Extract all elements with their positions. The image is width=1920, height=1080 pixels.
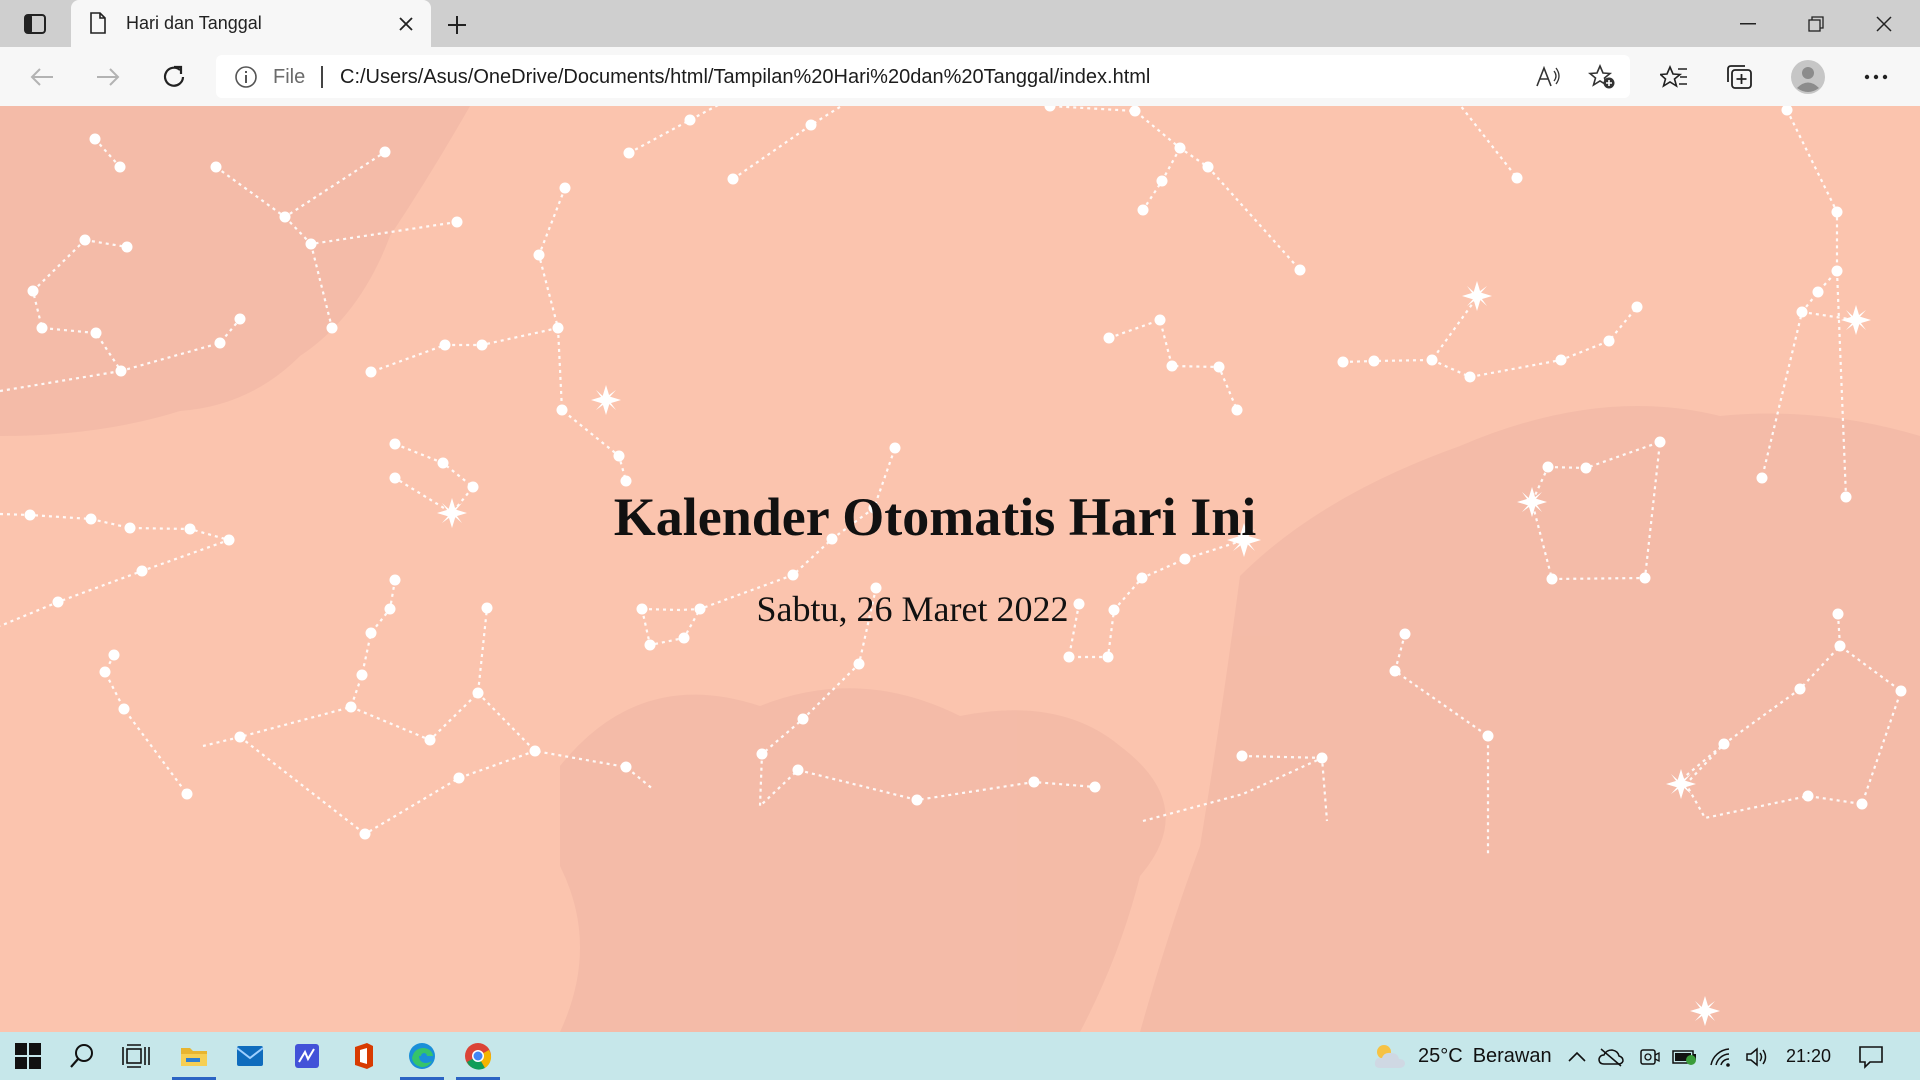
watercolor-clouds <box>0 106 1920 1032</box>
tray-overflow-button[interactable] <box>1564 1044 1590 1070</box>
tab-actions-button[interactable] <box>18 11 52 37</box>
folder-icon <box>181 1048 207 1066</box>
mail-button[interactable] <box>222 1032 278 1080</box>
window-close-button[interactable] <box>1850 0 1918 47</box>
camera-icon <box>1640 1049 1660 1065</box>
browser-toolbar: File C:/Users/Asus/OneDrive/Documents/ht… <box>0 47 1920 107</box>
address-separator <box>321 66 323 88</box>
windows-taskbar: 25°C Berawan 21:20 <box>0 1032 1920 1080</box>
browser-tab-bar: Hari dan Tanggal <box>0 0 1920 47</box>
forward-arrow-icon <box>97 68 120 86</box>
edge-icon <box>409 1043 435 1069</box>
restore-button[interactable] <box>1782 0 1850 47</box>
notification-center-button[interactable] <box>1856 1042 1886 1072</box>
favorites-icon <box>1660 65 1687 88</box>
add-favorite-icon <box>1588 64 1615 89</box>
restore-icon <box>1808 15 1824 32</box>
notification-icon <box>1859 1046 1883 1069</box>
sparkle-star <box>1462 281 1492 311</box>
plus-icon <box>448 16 466 34</box>
back-button[interactable] <box>25 60 59 94</box>
chrome-icon <box>465 1043 492 1070</box>
info-icon[interactable] <box>234 65 258 89</box>
office-icon <box>355 1043 373 1069</box>
meet-now-tray[interactable] <box>1636 1044 1662 1070</box>
tab-close-button[interactable] <box>393 11 419 37</box>
tab-title: Hari dan Tanggal <box>126 13 262 33</box>
minimize-button[interactable] <box>1714 0 1782 47</box>
refresh-icon <box>163 65 185 87</box>
mail-icon <box>236 1046 264 1066</box>
current-date: Sabtu, 26 Maret 2022 <box>756 589 1069 629</box>
whiteboard-button[interactable] <box>279 1032 335 1080</box>
chrome-button[interactable] <box>450 1032 506 1080</box>
onedrive-tray[interactable] <box>1598 1044 1624 1070</box>
page-title: Kalender Otomatis Hari Ini <box>613 487 1257 547</box>
read-aloud-icon <box>1536 66 1560 87</box>
windows-logo-icon <box>15 1043 41 1069</box>
close-icon <box>1876 15 1892 32</box>
file-icon <box>90 12 106 34</box>
page-content: Kalender Otomatis Hari Ini Sabtu, 26 Mar… <box>0 106 1920 1032</box>
constellation-background <box>0 106 1920 1032</box>
volume-tray[interactable] <box>1744 1044 1770 1070</box>
forward-button[interactable] <box>91 60 125 94</box>
whiteboard-icon <box>295 1044 319 1068</box>
speaker-icon <box>1746 1047 1767 1067</box>
minimize-icon <box>1740 22 1756 24</box>
search-icon <box>70 1044 93 1068</box>
weather-condition: Berawan <box>1472 1044 1552 1067</box>
add-favorite-button[interactable] <box>1586 61 1618 93</box>
search-button[interactable] <box>54 1032 110 1080</box>
more-icon <box>1864 74 1888 80</box>
partly-cloudy-icon <box>1374 1045 1405 1068</box>
refresh-button[interactable] <box>157 60 191 94</box>
sparkle-star <box>1841 305 1871 335</box>
start-button[interactable] <box>0 1032 56 1080</box>
task-view-icon <box>122 1044 150 1068</box>
more-button[interactable] <box>1858 59 1894 95</box>
office-button[interactable] <box>336 1032 392 1080</box>
scheme-label: File <box>273 66 306 88</box>
chevron-up-icon <box>1568 1051 1586 1062</box>
wifi-tray[interactable] <box>1708 1044 1734 1070</box>
profile-icon <box>1791 60 1825 94</box>
favorites-button[interactable] <box>1656 59 1692 95</box>
close-icon <box>399 17 413 31</box>
collections-button[interactable] <box>1722 59 1758 95</box>
weather-widget[interactable]: 25°C Berawan <box>1372 1042 1552 1070</box>
task-view-button[interactable] <box>108 1032 164 1080</box>
back-arrow-icon <box>30 68 53 86</box>
cloud-offline-icon <box>1598 1048 1624 1067</box>
tab-actions-icon <box>24 14 46 34</box>
weather-temperature: 25°C <box>1418 1044 1463 1067</box>
battery-charging-icon <box>1672 1050 1696 1065</box>
file-explorer-button[interactable] <box>166 1032 222 1080</box>
sparkle-star <box>591 385 621 415</box>
browser-tab[interactable]: Hari dan Tanggal <box>71 0 431 47</box>
profile-button[interactable] <box>1790 59 1826 95</box>
battery-tray[interactable] <box>1672 1044 1698 1070</box>
new-tab-button[interactable] <box>441 9 473 41</box>
edge-button[interactable] <box>394 1032 450 1080</box>
address-bar[interactable]: File C:/Users/Asus/OneDrive/Documents/ht… <box>216 55 1630 98</box>
read-aloud-button[interactable] <box>1532 61 1564 93</box>
collections-icon <box>1727 65 1752 89</box>
taskbar-clock[interactable]: 21:20 <box>1786 1046 1831 1067</box>
wifi-icon <box>1710 1048 1730 1067</box>
url-text[interactable]: C:/Users/Asus/OneDrive/Documents/html/Ta… <box>340 66 1150 89</box>
